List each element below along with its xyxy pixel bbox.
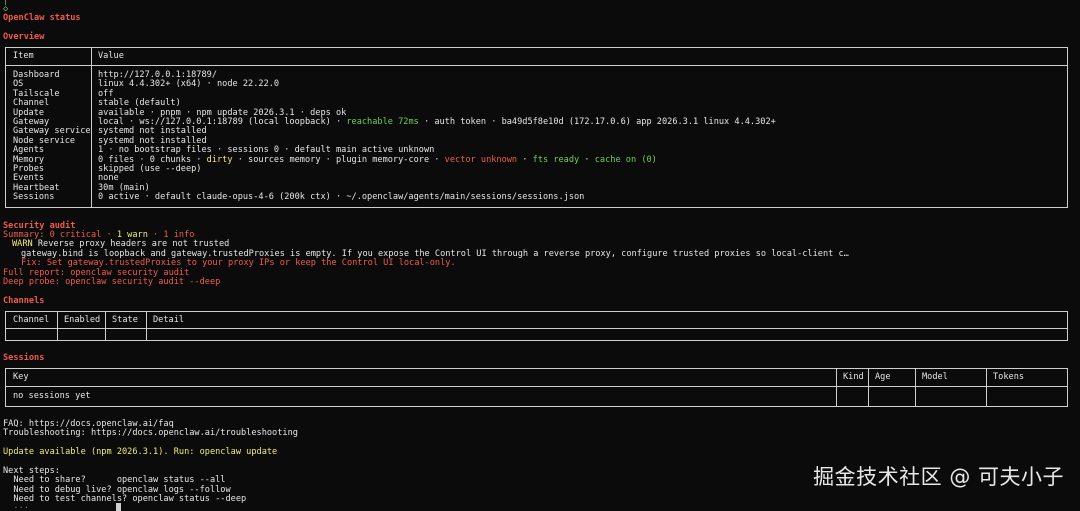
os-value: linux 4.4.302+ (x64) · node 22.22.0 <box>98 79 280 90</box>
sessions-header-divider <box>5 386 1067 387</box>
terminal-cursor[interactable] <box>116 503 121 511</box>
update-notice: Update available (npm 2026.3.1). Run: op… <box>3 447 278 457</box>
row-label-sessions: Sessions <box>13 192 55 203</box>
sessions-col-kind: Kind <box>843 372 864 382</box>
channels-col-divider-3 <box>146 311 147 340</box>
sessions-col-divider-2 <box>868 368 869 406</box>
sessions-heading: Sessions <box>3 353 45 363</box>
channels-heading: Channels <box>3 296 45 306</box>
sessions-col-key: Key <box>13 372 29 382</box>
memory-dirty: dirty <box>206 154 233 165</box>
overview-heading: Overview <box>3 32 45 42</box>
sessions-col-tokens: Tokens <box>993 372 1025 382</box>
overview-col-item: Item <box>13 51 34 61</box>
channels-col-state: State <box>112 315 138 325</box>
memory-sep-2: · <box>579 154 595 165</box>
watermark: 掘金技术社区 @ 可夫小子 <box>813 465 1064 489</box>
sessions-table <box>5 368 1068 407</box>
sessions-col-model: Model <box>922 372 948 382</box>
memory-sep-1: · <box>517 154 533 165</box>
sessions-value: 0 active · default claude-opus-4-6 (200k… <box>98 192 585 203</box>
channels-col-detail: Detail <box>153 315 185 325</box>
gateway-value-rest: · auth token · ba49d5f8e10d (172.17.0.6)… <box>418 117 776 127</box>
overview-col-divider <box>91 47 92 207</box>
next-step-channels: Need to test channels? openclaw status -… <box>3 494 247 505</box>
memory-vector: vector unknown <box>444 154 518 165</box>
sessions-col-age: Age <box>875 372 891 382</box>
channels-col-channel: Channel <box>13 315 50 325</box>
warn-badge: WARN <box>12 239 33 250</box>
memory-sources: · sources memory · plugin memory-core · <box>232 154 445 165</box>
sessions-empty: no sessions yet <box>13 391 91 401</box>
sessions-col-divider-3 <box>915 368 916 406</box>
channels-col-divider-1 <box>57 311 58 340</box>
gateway-reachable: reachable 72ms <box>346 117 419 127</box>
deep-probe-line: Deep probe: openclaw security audit --de… <box>3 277 221 287</box>
channels-header-divider <box>5 328 1067 329</box>
channels-col-enabled: Enabled <box>64 315 101 325</box>
memory-fts: fts ready <box>532 154 580 165</box>
overview-col-value: Value <box>98 51 124 61</box>
sessions-col-divider-4 <box>986 368 987 406</box>
troubleshooting-link[interactable]: Troubleshooting: https://docs.openclaw.a… <box>3 428 298 438</box>
sessions-col-divider-1 <box>836 368 837 406</box>
channels-col-divider-2 <box>105 311 106 340</box>
page-title: OpenClaw status <box>3 13 81 23</box>
warn-text: Reverse proxy headers are not trusted <box>32 239 230 250</box>
overview-header-divider <box>5 65 1067 66</box>
memory-cache: cache on (0) <box>594 154 657 165</box>
